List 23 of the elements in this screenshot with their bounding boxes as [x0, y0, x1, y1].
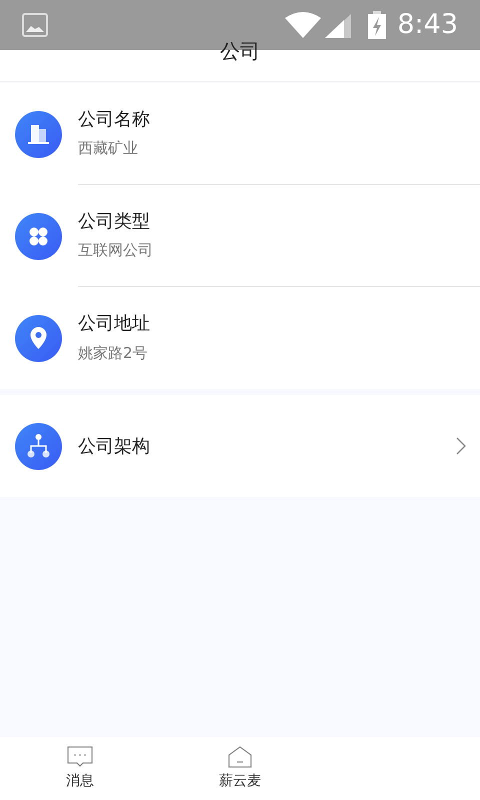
location-pin-icon	[15, 314, 62, 362]
battery-icon	[367, 11, 388, 39]
org-chart-icon	[15, 422, 62, 470]
item-label: 公司名称	[78, 108, 151, 132]
image-icon	[22, 13, 48, 37]
status-time: 8:43	[397, 8, 458, 42]
item-label: 公司类型	[78, 210, 151, 234]
item-label: 公司地址	[78, 313, 151, 336]
home-icon	[227, 745, 253, 769]
page-title: 公司	[220, 41, 260, 61]
building-icon	[15, 110, 62, 158]
structure-row[interactable]: 公司架构	[0, 395, 480, 497]
tab-item[interactable]: 薪云麦	[160, 737, 320, 800]
item-value: 互联网公司	[78, 241, 154, 260]
wifi-icon	[285, 12, 322, 38]
item-value: 西藏矿业	[78, 139, 139, 158]
chevron-right-icon	[456, 437, 466, 455]
four-petal-icon	[15, 212, 62, 260]
tab-item[interactable]: 消息	[0, 737, 160, 800]
item-value: 姚家路2号	[78, 344, 149, 363]
chat-bubble-icon	[66, 745, 94, 769]
item-label: 公司架构	[78, 434, 151, 458]
signal-icon	[323, 12, 354, 38]
